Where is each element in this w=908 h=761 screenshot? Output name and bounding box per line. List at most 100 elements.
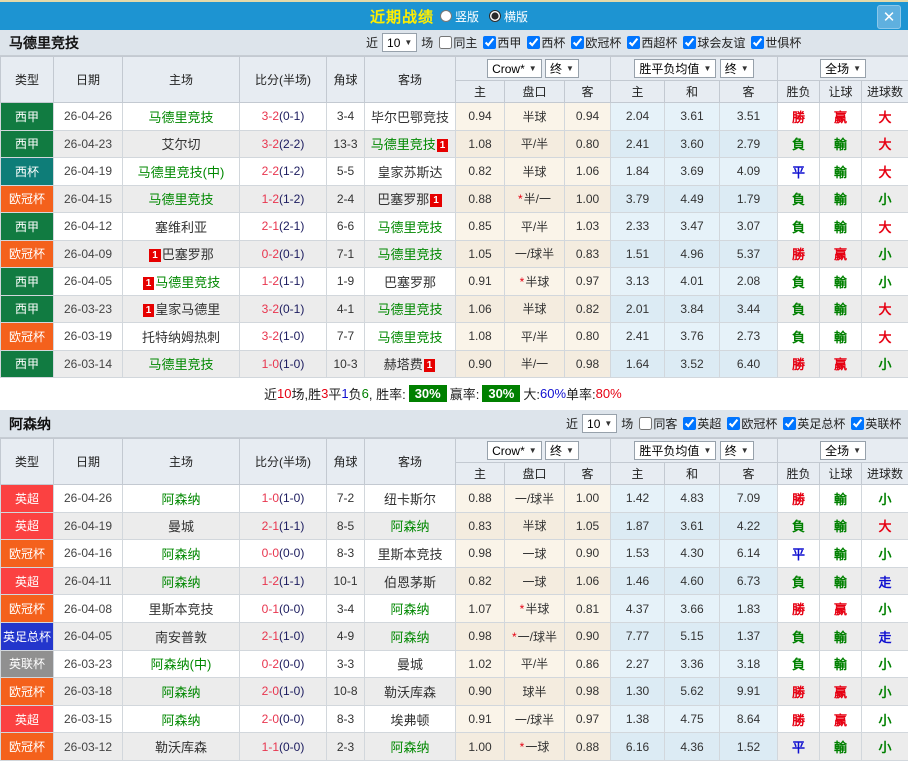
home-team[interactable]: 阿森纳 <box>123 567 240 595</box>
home-team[interactable]: 勒沃库森 <box>123 733 240 761</box>
match-count-select[interactable]: 10▼ <box>582 414 617 433</box>
home-team[interactable]: 艾尔切 <box>123 130 240 158</box>
radio-horizontal-label[interactable]: 横版 <box>504 8 528 25</box>
avg-home-odds: 2.41 <box>611 130 665 158</box>
home-team[interactable]: 马德里竞技 <box>123 185 240 213</box>
filter-checkbox-球会友谊[interactable] <box>683 36 696 49</box>
away-team[interactable]: 勒沃库森 <box>365 678 456 706</box>
filter-checkbox-西甲[interactable] <box>483 36 496 49</box>
home-team[interactable]: 阿森纳 <box>123 540 240 568</box>
col-score: 比分(半场) <box>240 439 327 485</box>
filter-checkbox-西超杯[interactable] <box>627 36 640 49</box>
away-team[interactable]: 马德里竞技 <box>365 323 456 351</box>
home-team[interactable]: 塞维利亚 <box>123 213 240 241</box>
avg-draw-odds: 4.75 <box>665 705 720 733</box>
filter-label[interactable]: 欧冠杯 <box>585 34 621 51</box>
away-team[interactable]: 阿森纳 <box>365 622 456 650</box>
filter-checkbox-西杯[interactable] <box>527 36 540 49</box>
filter-label[interactable]: 西超杯 <box>641 34 677 51</box>
col-away: 客场 <box>365 57 456 103</box>
home-team[interactable]: 1巴塞罗那 <box>123 240 240 268</box>
away-team[interactable]: 巴塞罗那 <box>365 268 456 296</box>
away-team[interactable]: 赫塔费1 <box>365 350 456 378</box>
filter-label[interactable]: 欧冠杯 <box>741 415 777 432</box>
result-win-lose: 平 <box>778 733 820 761</box>
home-team[interactable]: 1皇家马德里 <box>123 295 240 323</box>
filter-checkbox-欧冠杯[interactable] <box>727 417 740 430</box>
away-team[interactable]: 阿森纳 <box>365 595 456 623</box>
away-team[interactable]: 马德里竞技 <box>365 213 456 241</box>
home-team[interactable]: 阿森纳 <box>123 485 240 513</box>
odds-company-select[interactable]: Crow*▼ <box>487 441 542 460</box>
home-team[interactable]: 阿森纳 <box>123 678 240 706</box>
away-team[interactable]: 毕尔巴鄂竞技 <box>365 103 456 131</box>
fullmatch-select[interactable]: 全场▼ <box>820 59 866 78</box>
filter-label[interactable]: 西甲 <box>497 34 521 51</box>
avg-time-select[interactable]: 终▼ <box>720 441 754 460</box>
away-team[interactable]: 里斯本竞技 <box>365 540 456 568</box>
filter-label[interactable]: 同客 <box>653 415 677 432</box>
filter-checkbox-英超[interactable] <box>683 417 696 430</box>
filter-checkbox-欧冠杯[interactable] <box>571 36 584 49</box>
radio-vertical-label[interactable]: 竖版 <box>455 8 479 25</box>
radio-horizontal-layout[interactable] <box>489 10 501 22</box>
filter-label[interactable]: 英足总杯 <box>797 415 845 432</box>
odds-time-select[interactable]: 终▼ <box>545 59 579 78</box>
home-team[interactable]: 南安普敦 <box>123 622 240 650</box>
odds-company-select[interactable]: Crow*▼ <box>487 59 542 78</box>
home-team[interactable]: 马德里竞技 <box>123 103 240 131</box>
chevron-down-icon: ▼ <box>703 446 711 455</box>
away-team[interactable]: 阿森纳 <box>365 512 456 540</box>
close-icon[interactable]: ✕ <box>877 5 901 29</box>
result-win-lose: 負 <box>778 213 820 241</box>
match-row: 西甲 26-04-05 1马德里竞技 1-2(1-1) 1-9 巴塞罗那 0.9… <box>1 268 908 296</box>
home-team[interactable]: 马德里竞技 <box>123 350 240 378</box>
filter-label[interactable]: 英超 <box>697 415 721 432</box>
corner-score: 3-3 <box>327 650 365 678</box>
match-count-select[interactable]: 10▼ <box>382 33 417 52</box>
filter-checkbox-同客[interactable] <box>639 417 652 430</box>
avg-away-odds: 4.22 <box>720 512 778 540</box>
avg-time-select[interactable]: 终▼ <box>720 59 754 78</box>
avg-odds-select[interactable]: 胜平负均值▼ <box>634 441 716 460</box>
home-team[interactable]: 曼城 <box>123 512 240 540</box>
filter-checkbox-英足总杯[interactable] <box>783 417 796 430</box>
away-team[interactable]: 阿森纳 <box>365 733 456 761</box>
away-team[interactable]: 马德里竞技 <box>365 240 456 268</box>
filter-checkbox-同主[interactable] <box>439 36 452 49</box>
away-team[interactable]: 马德里竞技 <box>365 295 456 323</box>
handicap-line: 平/半 <box>505 213 565 241</box>
away-team[interactable]: 马德里竞技1 <box>365 130 456 158</box>
avg-away-odds: 9.91 <box>720 678 778 706</box>
away-team[interactable]: 皇家苏斯达 <box>365 158 456 186</box>
away-team[interactable]: 伯恩茅斯 <box>365 567 456 595</box>
match-row: 欧冠杯 26-04-16 阿森纳 0-0(0-0) 8-3 里斯本竞技 0.98… <box>1 540 908 568</box>
away-handicap-odds: 0.88 <box>565 733 611 761</box>
filter-label[interactable]: 世俱杯 <box>765 34 801 51</box>
odds-time-select[interactable]: 终▼ <box>545 441 579 460</box>
odds-company-group: Crow*▼ 终▼ <box>456 439 611 463</box>
competition-badge: 西甲 <box>1 350 54 378</box>
home-team[interactable]: 里斯本竞技 <box>123 595 240 623</box>
team-name-text: 阿森纳 <box>390 630 429 645</box>
competition-badge: 欧冠杯 <box>1 595 54 623</box>
avg-odds-select[interactable]: 胜平负均值▼ <box>634 59 716 78</box>
filter-label[interactable]: 英联杯 <box>865 415 901 432</box>
fullmatch-select[interactable]: 全场▼ <box>820 441 866 460</box>
home-team[interactable]: 1马德里竞技 <box>123 268 240 296</box>
home-team[interactable]: 阿森纳 <box>123 705 240 733</box>
away-team[interactable]: 埃弗顿 <box>365 705 456 733</box>
away-team[interactable]: 曼城 <box>365 650 456 678</box>
home-team[interactable]: 马德里竞技(中) <box>123 158 240 186</box>
filter-checkbox-英联杯[interactable] <box>851 417 864 430</box>
radio-vertical-layout[interactable] <box>440 10 452 22</box>
filter-label[interactable]: 西杯 <box>541 34 565 51</box>
away-team[interactable]: 纽卡斯尔 <box>365 485 456 513</box>
filter-checkbox-世俱杯[interactable] <box>751 36 764 49</box>
home-team[interactable]: 托特纳姆热刺 <box>123 323 240 351</box>
filter-label[interactable]: 球会友谊 <box>697 34 745 51</box>
filter-label[interactable]: 同主 <box>453 34 477 51</box>
home-team[interactable]: 阿森纳(中) <box>123 650 240 678</box>
away-team[interactable]: 巴塞罗那1 <box>365 185 456 213</box>
match-date: 26-03-18 <box>54 678 123 706</box>
